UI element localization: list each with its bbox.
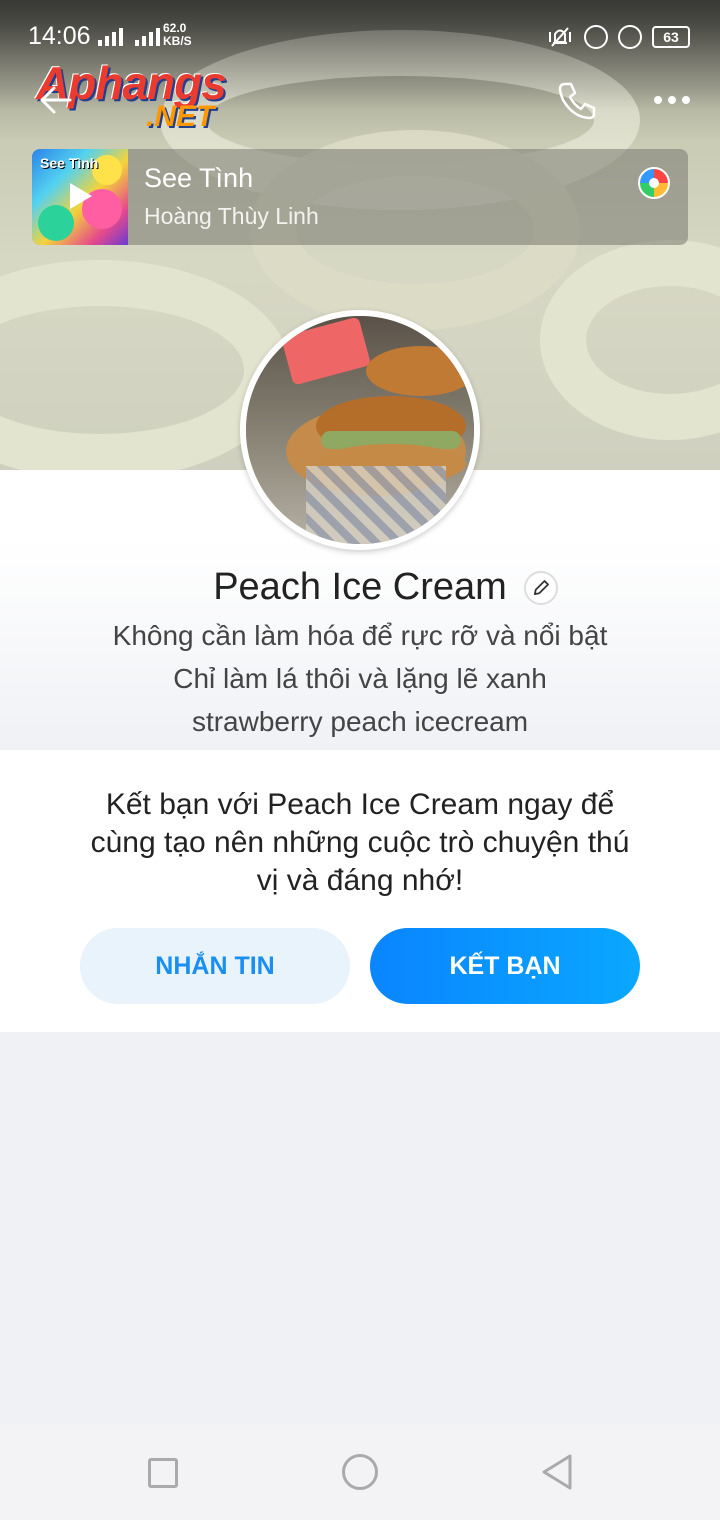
profile-name: Peach Ice Cream <box>213 566 507 608</box>
more-dots-icon[interactable] <box>654 96 690 104</box>
speed-unit: KB/S <box>163 34 192 48</box>
album-art-text: See Tình <box>40 155 99 171</box>
network-speed: 62.0 KB/S <box>163 22 192 48</box>
status-icons: 63 <box>546 24 690 50</box>
battery-icon: 63 <box>652 26 690 48</box>
system-nav-bar <box>0 1424 720 1520</box>
bio-line: strawberry peach icecream <box>191 706 529 737</box>
home-icon[interactable] <box>342 1454 378 1490</box>
bio-line: Không cần làm hóa để rực rỡ và nổi bật <box>112 620 608 651</box>
lock-rotation-icon <box>584 25 608 49</box>
profile-name-row: Peach Ice Cream <box>0 566 720 609</box>
cover-decor <box>540 240 720 440</box>
recents-icon[interactable] <box>148 1458 178 1488</box>
music-disc-icon[interactable] <box>638 167 670 199</box>
logo-sub: .NET <box>146 100 215 133</box>
signal-icon <box>98 26 160 46</box>
album-art[interactable]: See Tình <box>32 149 128 245</box>
vibrate-icon <box>549 27 571 47</box>
invite-text: Kết bạn với Peach Ice Cream ngay để cùng… <box>90 788 630 897</box>
back-arrow-icon[interactable] <box>36 80 76 120</box>
play-icon[interactable] <box>70 183 92 209</box>
song-artist: Hoàng Thùy Linh <box>144 203 319 229</box>
avatar[interactable] <box>240 310 480 550</box>
phone-icon[interactable] <box>556 80 598 122</box>
message-button[interactable]: NHẮN TIN <box>80 928 350 1004</box>
add-friend-button[interactable]: KẾT BẠN <box>370 928 640 1004</box>
edit-pencil-icon[interactable] <box>524 571 558 605</box>
status-time: 14:06 <box>28 22 91 50</box>
alarm-icon <box>618 25 642 49</box>
song-title: See Tình <box>144 163 254 193</box>
bio-line: Chỉ làm lá thôi và lặng lẽ xanh <box>173 663 547 694</box>
profile-music-card[interactable]: See Tình See Tình Hoàng Thùy Linh <box>32 149 688 245</box>
back-icon[interactable] <box>540 1452 574 1492</box>
